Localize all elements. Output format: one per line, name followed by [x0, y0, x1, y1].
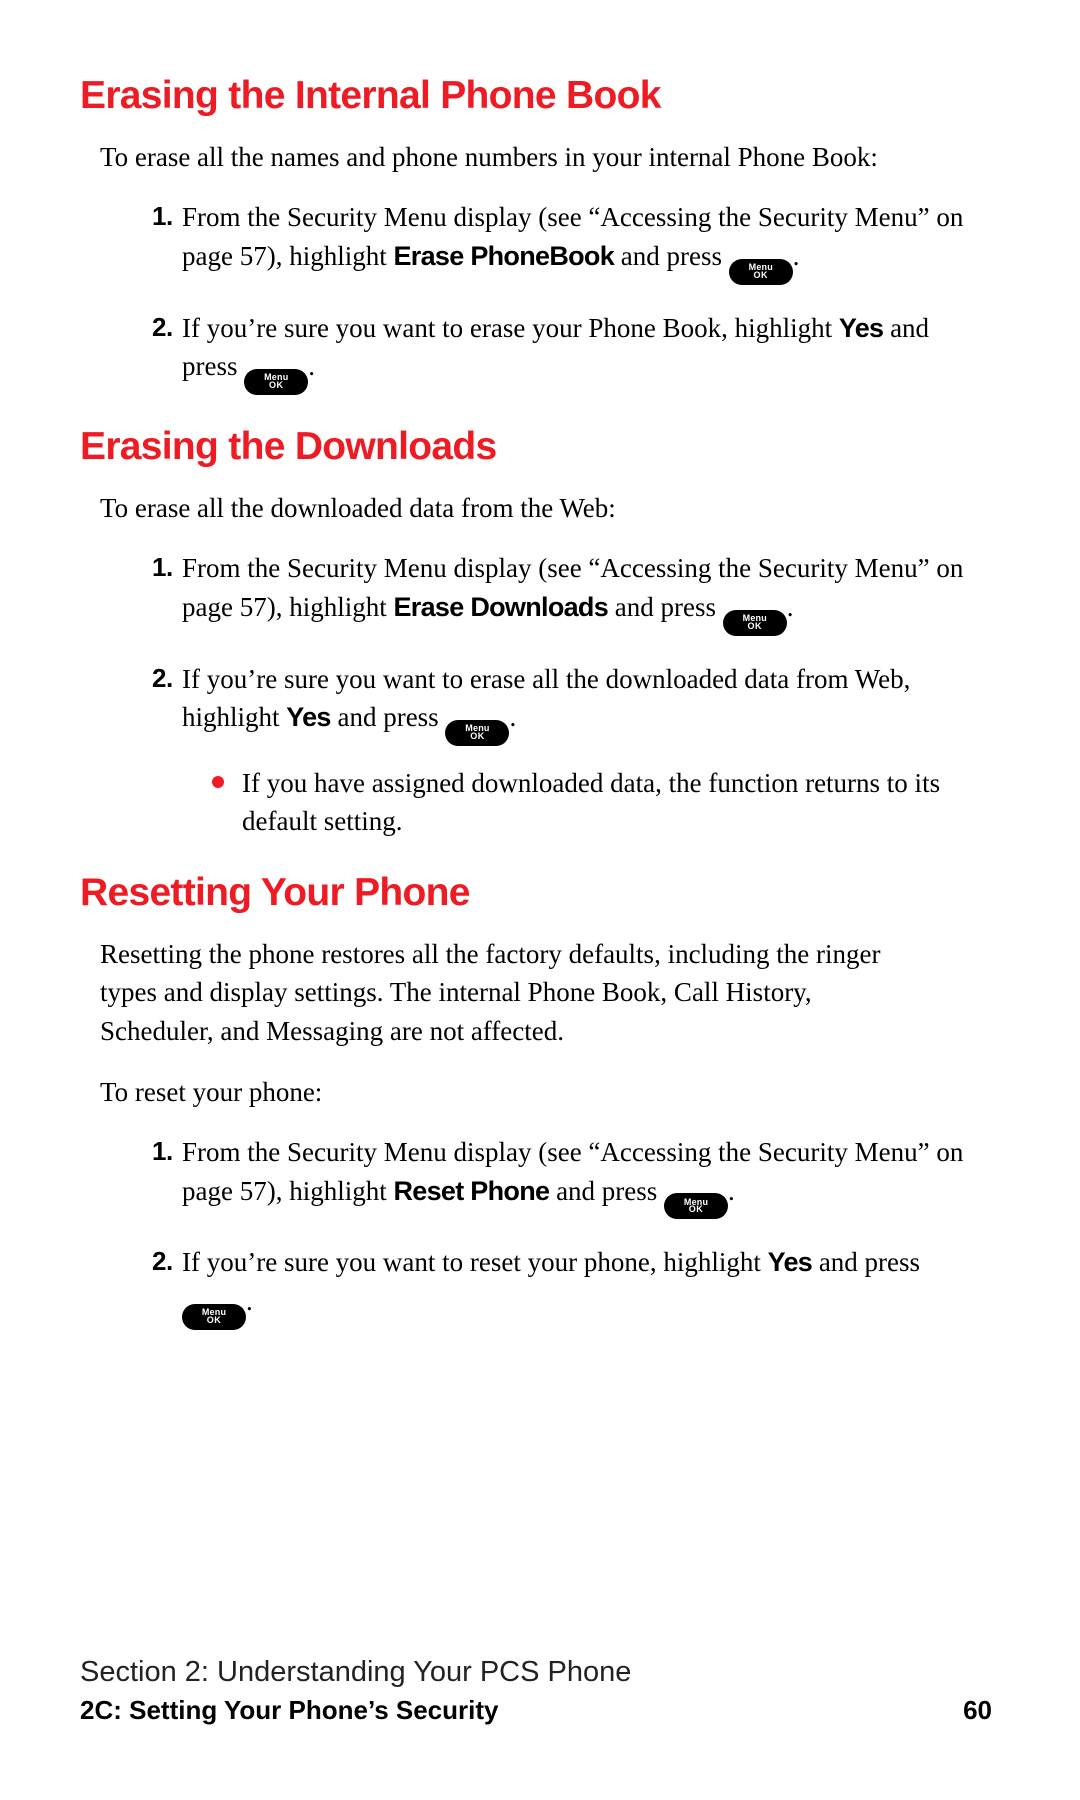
key-label-bottom: OK [269, 382, 284, 390]
step-item: 1. From the Security Menu display (see “… [152, 198, 982, 284]
step-number: 2. [152, 660, 173, 697]
step-text-mid: and press [549, 1176, 664, 1206]
steps-list: 1. From the Security Menu display (see “… [80, 198, 992, 395]
step-item: 1. From the Security Menu display (see “… [152, 1133, 982, 1219]
step-text-post: . [509, 702, 516, 732]
menu-ok-key-icon: MenuOK [445, 720, 509, 746]
step-text-post: . [308, 351, 315, 381]
step-text-post: . [246, 1286, 253, 1316]
step-text-pre: If you’re sure you want to erase your Ph… [182, 313, 839, 343]
step-text-post: . [728, 1176, 735, 1206]
key-label-bottom: OK [689, 1206, 704, 1214]
key-label-bottom: OK [754, 272, 769, 280]
key-label-bottom: OK [748, 623, 763, 631]
step-text-bold: Yes [839, 313, 883, 343]
step-text-post: . [793, 241, 800, 271]
step-text-bold: Yes [286, 702, 330, 732]
sub-bullet-item: If you have assigned downloaded data, th… [224, 764, 982, 841]
heading-erase-downloads: Erasing the Downloads [80, 419, 992, 475]
step-text-bold: Yes [768, 1247, 812, 1277]
step-number: 1. [152, 549, 173, 586]
step-number: 2. [152, 309, 173, 346]
steps-list: 1. From the Security Menu display (see “… [80, 549, 992, 841]
steps-list: 1. From the Security Menu display (see “… [80, 1133, 992, 1330]
step-text-mid: and press [331, 702, 446, 732]
step-text-bold: Erase PhoneBook [393, 241, 614, 271]
document-page: Erasing the Internal Phone Book To erase… [0, 0, 1080, 1800]
menu-ok-key-icon: MenuOK [723, 610, 787, 636]
step-text-pre: If you’re sure you want to reset your ph… [182, 1247, 768, 1277]
step-number: 1. [152, 198, 173, 235]
footer-section-title: Section 2: Understanding Your PCS Phone [80, 1656, 992, 1689]
footer-row: 2C: Setting Your Phone’s Security 60 [80, 1695, 992, 1726]
key-label-bottom: OK [470, 733, 485, 741]
page-content: Erasing the Internal Phone Book To erase… [80, 68, 992, 1330]
step-item: 2. If you’re sure you want to erase all … [152, 660, 982, 841]
step-text-mid: and press [812, 1247, 920, 1277]
step-text-bold: Reset Phone [393, 1176, 549, 1206]
step-item: 2. If you’re sure you want to reset your… [152, 1243, 982, 1329]
section-erase-phonebook: Erasing the Internal Phone Book To erase… [80, 68, 992, 395]
page-number: 60 [963, 1695, 992, 1726]
step-text-bold: Erase Downloads [393, 592, 608, 622]
step-text-post: . [787, 592, 794, 622]
menu-ok-key-icon: MenuOK [182, 1304, 246, 1330]
key-label-bottom: OK [207, 1317, 222, 1325]
step-item: 2. If you’re sure you want to erase your… [152, 309, 982, 395]
menu-ok-key-icon: MenuOK [729, 259, 793, 285]
menu-ok-key-icon: MenuOK [664, 1193, 728, 1219]
step-number: 1. [152, 1133, 173, 1170]
intro-text: To erase all the downloaded data from th… [100, 489, 920, 528]
step-item: 1. From the Security Menu display (see “… [152, 549, 982, 635]
intro-text: To erase all the names and phone numbers… [100, 138, 920, 177]
section-erase-downloads: Erasing the Downloads To erase all the d… [80, 419, 992, 841]
heading-erase-phonebook: Erasing the Internal Phone Book [80, 68, 992, 124]
sub-bullet-list: If you have assigned downloaded data, th… [182, 764, 982, 841]
intro-text: Resetting the phone restores all the fac… [100, 935, 920, 1051]
step-text-mid: and press [608, 592, 723, 622]
page-footer: Section 2: Understanding Your PCS Phone … [80, 1656, 992, 1726]
footer-subsection-title: 2C: Setting Your Phone’s Security [80, 1695, 499, 1726]
step-number: 2. [152, 1243, 173, 1280]
heading-reset-phone: Resetting Your Phone [80, 865, 992, 921]
intro-text-2: To reset your phone: [100, 1073, 920, 1112]
section-reset-phone: Resetting Your Phone Resetting the phone… [80, 865, 992, 1330]
menu-ok-key-icon: MenuOK [244, 369, 308, 395]
step-text-mid: and press [614, 241, 729, 271]
